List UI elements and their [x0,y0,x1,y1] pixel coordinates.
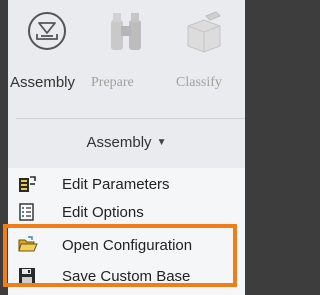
edit-parameters-icon [18,175,36,193]
classify-button[interactable]: Classify [168,0,245,130]
assembly-group-dropdown[interactable]: Assembly ▼ [8,134,245,151]
menu-item-label: Edit Parameters [62,176,170,193]
menu-item-label: Open Configuration [62,237,193,254]
dropdown-menu: Edit Parameters Edit Options Open Config… [8,168,245,295]
assembly-icon [26,10,68,57]
binoculars-icon [108,10,144,59]
edit-options-icon [18,203,36,221]
assembly-button[interactable]: Assembly [8,0,86,130]
save-icon [18,267,36,285]
ribbon-divider [16,118,245,119]
menu-item-label: Edit Options [62,204,144,221]
menu-item-edit-parameters[interactable]: Edit Parameters [8,170,245,198]
menu-item-edit-options[interactable]: Edit Options [8,198,245,226]
assembly-button-label: Assembly [10,74,76,91]
prepare-button[interactable]: Prepare [86,0,166,130]
menu-item-label: Save Custom Base [62,268,191,285]
ribbon-panel: Assembly Prepare Classify Assembly ▼ [8,0,245,168]
group-title-label: Assembly [86,134,152,151]
classify-icon [182,10,226,59]
chevron-down-icon: ▼ [156,137,167,148]
classify-button-label: Classify [176,75,222,90]
open-folder-icon [18,236,38,254]
prepare-button-label: Prepare [91,75,134,90]
menu-item-save-custom-base[interactable]: Save Custom Base [8,262,245,290]
menu-item-open-configuration[interactable]: Open Configuration [8,231,245,259]
